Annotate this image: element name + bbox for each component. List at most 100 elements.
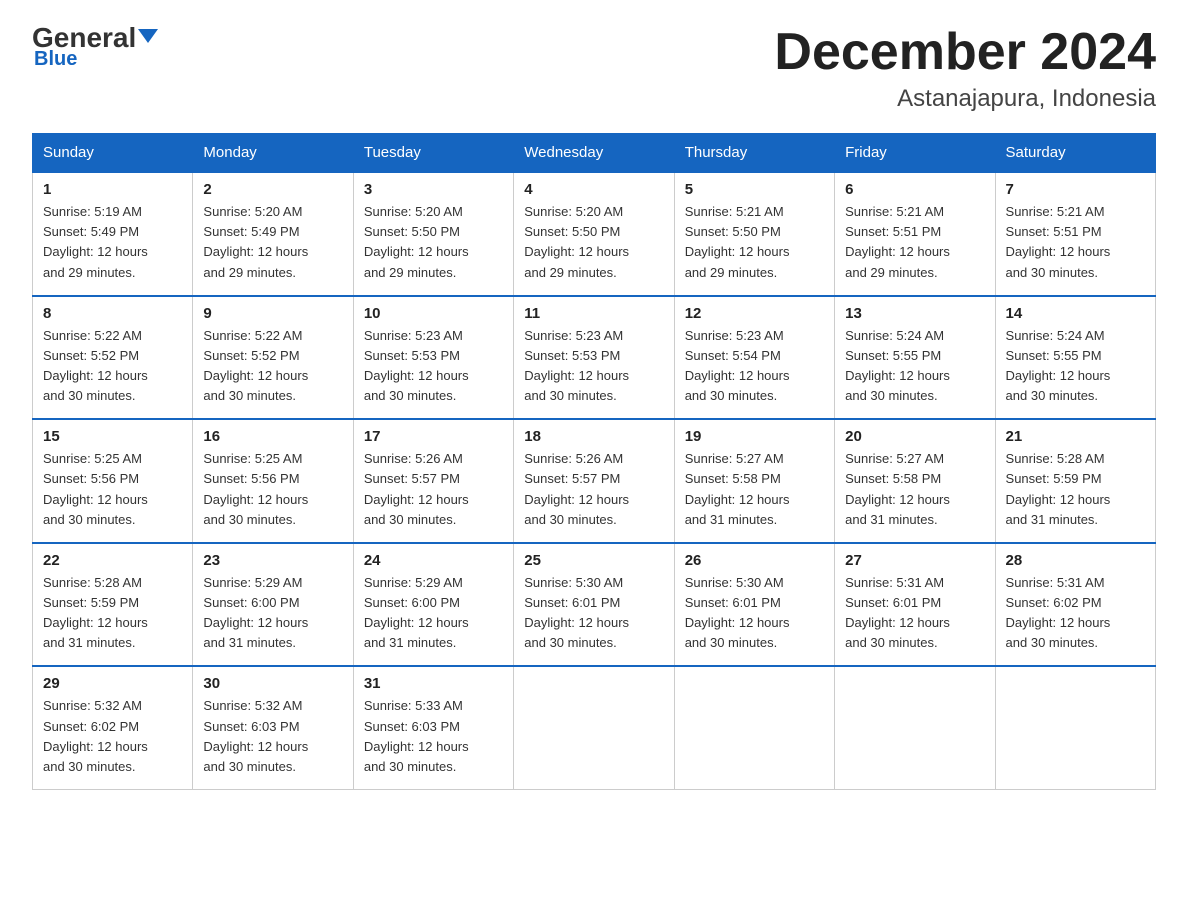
calendar-week-row: 1 Sunrise: 5:19 AMSunset: 5:49 PMDayligh… [33, 172, 1156, 296]
day-info: Sunrise: 5:24 AMSunset: 5:55 PMDaylight:… [845, 328, 950, 403]
day-info: Sunrise: 5:29 AMSunset: 6:00 PMDaylight:… [364, 575, 469, 650]
table-row: 5 Sunrise: 5:21 AMSunset: 5:50 PMDayligh… [674, 172, 834, 296]
day-info: Sunrise: 5:30 AMSunset: 6:01 PMDaylight:… [524, 575, 629, 650]
day-number: 4 [524, 181, 663, 198]
day-number: 3 [364, 181, 503, 198]
day-info: Sunrise: 5:23 AMSunset: 5:53 PMDaylight:… [524, 328, 629, 403]
title-area: December 2024 Astanajapura, Indonesia [774, 24, 1156, 113]
day-info: Sunrise: 5:21 AMSunset: 5:51 PMDaylight:… [845, 204, 950, 279]
day-info: Sunrise: 5:24 AMSunset: 5:55 PMDaylight:… [1006, 328, 1111, 403]
day-number: 22 [43, 552, 182, 569]
calendar-week-row: 29 Sunrise: 5:32 AMSunset: 6:02 PMDaylig… [33, 666, 1156, 789]
day-number: 18 [524, 428, 663, 445]
logo-triangle-icon [138, 29, 158, 43]
day-number: 31 [364, 675, 503, 692]
table-row: 2 Sunrise: 5:20 AMSunset: 5:49 PMDayligh… [193, 172, 353, 296]
day-number: 17 [364, 428, 503, 445]
day-info: Sunrise: 5:32 AMSunset: 6:03 PMDaylight:… [203, 698, 308, 773]
table-row: 13 Sunrise: 5:24 AMSunset: 5:55 PMDaylig… [835, 296, 995, 420]
day-info: Sunrise: 5:30 AMSunset: 6:01 PMDaylight:… [685, 575, 790, 650]
day-info: Sunrise: 5:20 AMSunset: 5:50 PMDaylight:… [364, 204, 469, 279]
table-row [514, 666, 674, 789]
day-info: Sunrise: 5:21 AMSunset: 5:51 PMDaylight:… [1006, 204, 1111, 279]
table-row: 11 Sunrise: 5:23 AMSunset: 5:53 PMDaylig… [514, 296, 674, 420]
logo: General Blue [32, 24, 158, 71]
col-sunday: Sunday [33, 134, 193, 173]
table-row: 22 Sunrise: 5:28 AMSunset: 5:59 PMDaylig… [33, 543, 193, 667]
day-number: 9 [203, 305, 342, 322]
col-thursday: Thursday [674, 134, 834, 173]
table-row: 3 Sunrise: 5:20 AMSunset: 5:50 PMDayligh… [353, 172, 513, 296]
day-info: Sunrise: 5:32 AMSunset: 6:02 PMDaylight:… [43, 698, 148, 773]
day-number: 30 [203, 675, 342, 692]
table-row: 15 Sunrise: 5:25 AMSunset: 5:56 PMDaylig… [33, 419, 193, 543]
table-row: 7 Sunrise: 5:21 AMSunset: 5:51 PMDayligh… [995, 172, 1155, 296]
table-row: 31 Sunrise: 5:33 AMSunset: 6:03 PMDaylig… [353, 666, 513, 789]
day-number: 20 [845, 428, 984, 445]
table-row: 6 Sunrise: 5:21 AMSunset: 5:51 PMDayligh… [835, 172, 995, 296]
logo-blue-text: Blue [34, 48, 77, 71]
table-row: 21 Sunrise: 5:28 AMSunset: 5:59 PMDaylig… [995, 419, 1155, 543]
table-row: 23 Sunrise: 5:29 AMSunset: 6:00 PMDaylig… [193, 543, 353, 667]
day-info: Sunrise: 5:21 AMSunset: 5:50 PMDaylight:… [685, 204, 790, 279]
table-row: 10 Sunrise: 5:23 AMSunset: 5:53 PMDaylig… [353, 296, 513, 420]
table-row: 18 Sunrise: 5:26 AMSunset: 5:57 PMDaylig… [514, 419, 674, 543]
day-info: Sunrise: 5:26 AMSunset: 5:57 PMDaylight:… [364, 451, 469, 526]
day-info: Sunrise: 5:23 AMSunset: 5:54 PMDaylight:… [685, 328, 790, 403]
day-number: 28 [1006, 552, 1145, 569]
day-number: 2 [203, 181, 342, 198]
day-info: Sunrise: 5:33 AMSunset: 6:03 PMDaylight:… [364, 698, 469, 773]
day-info: Sunrise: 5:23 AMSunset: 5:53 PMDaylight:… [364, 328, 469, 403]
day-info: Sunrise: 5:20 AMSunset: 5:50 PMDaylight:… [524, 204, 629, 279]
table-row [835, 666, 995, 789]
table-row: 12 Sunrise: 5:23 AMSunset: 5:54 PMDaylig… [674, 296, 834, 420]
calendar-week-row: 22 Sunrise: 5:28 AMSunset: 5:59 PMDaylig… [33, 543, 1156, 667]
day-number: 10 [364, 305, 503, 322]
day-info: Sunrise: 5:22 AMSunset: 5:52 PMDaylight:… [203, 328, 308, 403]
day-info: Sunrise: 5:31 AMSunset: 6:01 PMDaylight:… [845, 575, 950, 650]
day-info: Sunrise: 5:25 AMSunset: 5:56 PMDaylight:… [203, 451, 308, 526]
table-row [674, 666, 834, 789]
table-row: 29 Sunrise: 5:32 AMSunset: 6:02 PMDaylig… [33, 666, 193, 789]
day-number: 23 [203, 552, 342, 569]
table-row: 8 Sunrise: 5:22 AMSunset: 5:52 PMDayligh… [33, 296, 193, 420]
calendar-week-row: 8 Sunrise: 5:22 AMSunset: 5:52 PMDayligh… [33, 296, 1156, 420]
day-info: Sunrise: 5:31 AMSunset: 6:02 PMDaylight:… [1006, 575, 1111, 650]
day-info: Sunrise: 5:27 AMSunset: 5:58 PMDaylight:… [685, 451, 790, 526]
table-row: 30 Sunrise: 5:32 AMSunset: 6:03 PMDaylig… [193, 666, 353, 789]
day-info: Sunrise: 5:20 AMSunset: 5:49 PMDaylight:… [203, 204, 308, 279]
day-number: 25 [524, 552, 663, 569]
col-tuesday: Tuesday [353, 134, 513, 173]
table-row: 25 Sunrise: 5:30 AMSunset: 6:01 PMDaylig… [514, 543, 674, 667]
day-number: 16 [203, 428, 342, 445]
table-row: 1 Sunrise: 5:19 AMSunset: 5:49 PMDayligh… [33, 172, 193, 296]
col-wednesday: Wednesday [514, 134, 674, 173]
calendar-week-row: 15 Sunrise: 5:25 AMSunset: 5:56 PMDaylig… [33, 419, 1156, 543]
day-number: 8 [43, 305, 182, 322]
table-row: 16 Sunrise: 5:25 AMSunset: 5:56 PMDaylig… [193, 419, 353, 543]
table-row: 26 Sunrise: 5:30 AMSunset: 6:01 PMDaylig… [674, 543, 834, 667]
day-number: 24 [364, 552, 503, 569]
day-info: Sunrise: 5:26 AMSunset: 5:57 PMDaylight:… [524, 451, 629, 526]
page-header: General Blue December 2024 Astanajapura,… [32, 24, 1156, 113]
month-title: December 2024 [774, 24, 1156, 81]
day-number: 21 [1006, 428, 1145, 445]
day-info: Sunrise: 5:29 AMSunset: 6:00 PMDaylight:… [203, 575, 308, 650]
day-number: 26 [685, 552, 824, 569]
day-info: Sunrise: 5:28 AMSunset: 5:59 PMDaylight:… [1006, 451, 1111, 526]
day-info: Sunrise: 5:22 AMSunset: 5:52 PMDaylight:… [43, 328, 148, 403]
day-number: 7 [1006, 181, 1145, 198]
day-number: 15 [43, 428, 182, 445]
table-row: 9 Sunrise: 5:22 AMSunset: 5:52 PMDayligh… [193, 296, 353, 420]
calendar-table: Sunday Monday Tuesday Wednesday Thursday… [32, 133, 1156, 790]
day-number: 1 [43, 181, 182, 198]
table-row: 19 Sunrise: 5:27 AMSunset: 5:58 PMDaylig… [674, 419, 834, 543]
day-number: 14 [1006, 305, 1145, 322]
day-info: Sunrise: 5:28 AMSunset: 5:59 PMDaylight:… [43, 575, 148, 650]
day-info: Sunrise: 5:27 AMSunset: 5:58 PMDaylight:… [845, 451, 950, 526]
day-number: 19 [685, 428, 824, 445]
location-subtitle: Astanajapura, Indonesia [774, 85, 1156, 113]
table-row: 27 Sunrise: 5:31 AMSunset: 6:01 PMDaylig… [835, 543, 995, 667]
day-info: Sunrise: 5:25 AMSunset: 5:56 PMDaylight:… [43, 451, 148, 526]
day-number: 5 [685, 181, 824, 198]
